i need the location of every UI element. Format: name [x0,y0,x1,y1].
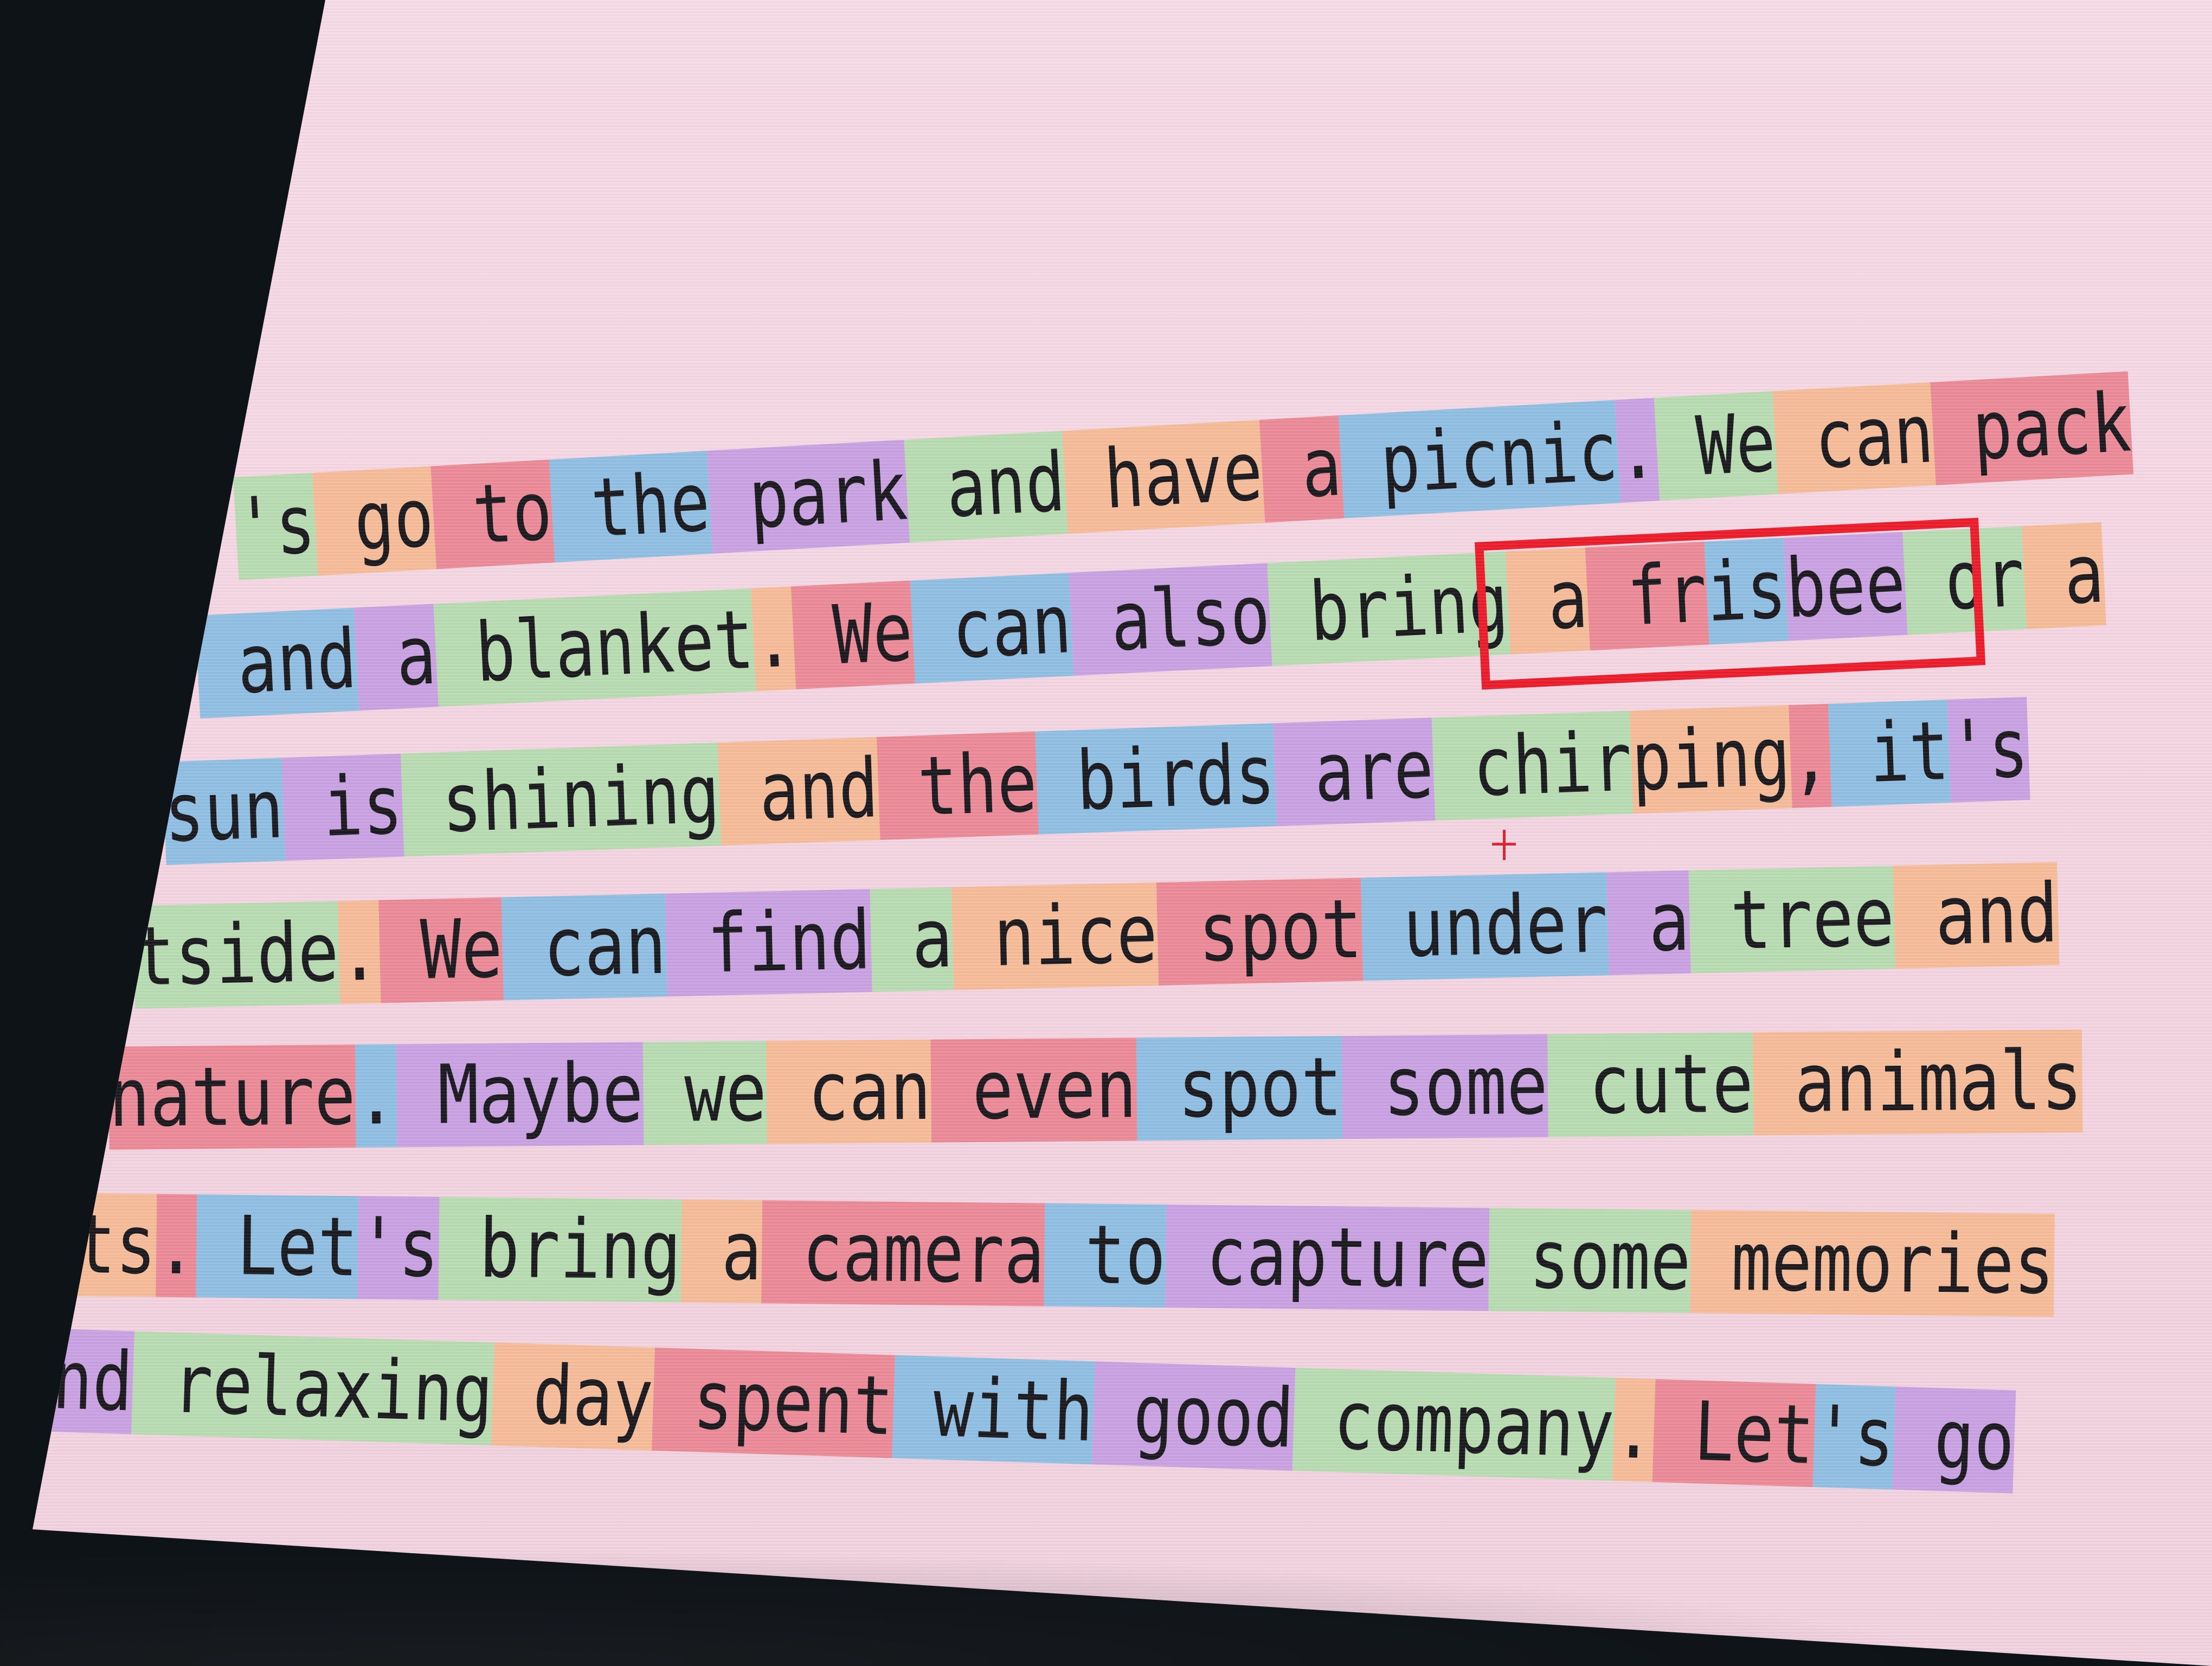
crosshair-cursor-icon [1492,830,1516,860]
token[interactable]: under [1361,872,1609,981]
token[interactable]: it [1828,700,1951,807]
token[interactable]: We [790,580,915,690]
text-line: tside. We can find a nice spot under a t… [133,862,2060,1009]
token[interactable]: nature [108,1045,356,1150]
token[interactable]: a [2022,522,2107,629]
token[interactable]: park [706,439,910,554]
token[interactable]: relaxing [131,1331,495,1446]
token[interactable]: camera [761,1200,1045,1306]
token[interactable]: . [355,1044,397,1148]
token[interactable]: animals [1753,1029,2083,1136]
token[interactable]: 's [1812,1384,1896,1490]
token[interactable]: 's [233,472,318,580]
token[interactable]: sun [163,758,286,865]
token[interactable]: go [1892,1386,2016,1494]
token[interactable]: We [378,897,504,1003]
token[interactable]: is [281,753,404,861]
token[interactable]: nice [951,882,1159,990]
token[interactable]: good [1092,1361,1296,1471]
text-line: sun is shining and the birds are chirpin… [163,696,2030,865]
token[interactable]: to [1044,1203,1167,1308]
token[interactable]: picnic [1338,400,1621,518]
token[interactable]: Let [196,1194,359,1299]
token[interactable]: even [930,1037,1137,1143]
token[interactable]: a [680,1199,763,1304]
token[interactable]: spot [1156,877,1364,986]
token[interactable]: nd [51,1329,134,1434]
text-line: nature. Maybe we can even spot some cute… [108,1029,2083,1150]
token[interactable]: . [751,586,796,691]
token[interactable]: go [312,466,436,576]
token[interactable]: Maybe [396,1042,644,1148]
token[interactable]: capture [1165,1204,1490,1311]
token[interactable]: Let [1652,1379,1816,1488]
token[interactable]: have [1062,420,1265,534]
token[interactable]: bring [1267,551,1511,667]
token[interactable]: birds [1035,723,1277,835]
photo-scene: 's go to the park and have a picnic. We … [0,0,2212,1666]
token[interactable]: pack [1930,371,2134,485]
token[interactable]: company [1292,1367,1616,1481]
token[interactable]: spot [1136,1036,1343,1141]
token[interactable]: are [1272,717,1436,826]
selection-box[interactable] [1475,517,1986,690]
token[interactable]: , [1788,703,1832,809]
token[interactable]: day [491,1342,655,1451]
token[interactable]: chir [1431,710,1634,821]
token[interactable]: tree [1688,866,1896,973]
token[interactable]: blanket [433,588,756,707]
token[interactable]: can [1772,382,1937,494]
text-line: ts. Let's bring a camera to capture some… [75,1193,2055,1317]
token[interactable]: a [1606,870,1691,976]
token[interactable]: . [337,900,381,1004]
token[interactable]: cute [1547,1032,1754,1137]
desk-shadow [0,1529,2212,1666]
token[interactable]: a [1259,415,1345,523]
token[interactable]: and [904,431,1068,543]
token[interactable]: the [876,731,1039,840]
token[interactable]: bring [438,1197,682,1303]
token[interactable]: the [549,451,713,563]
token[interactable]: memories [1690,1210,2055,1317]
token[interactable]: 's [1947,696,2030,803]
token[interactable]: a [353,604,439,711]
token[interactable]: 's [357,1196,440,1300]
token[interactable]: we [642,1041,767,1145]
token[interactable]: with [891,1355,1095,1465]
monitor-screen: 's go to the park and have a picnic. We … [33,0,2212,1666]
token[interactable]: ts [75,1193,157,1297]
token[interactable]: ping [1630,705,1792,814]
token[interactable]: . [155,1194,197,1298]
token[interactable]: can [501,893,667,1001]
token[interactable]: find [665,889,872,997]
token[interactable]: spent [651,1347,895,1458]
token[interactable]: some [1488,1208,1692,1313]
token[interactable]: We [1654,391,1778,501]
token[interactable]: . [1612,1377,1656,1482]
token[interactable]: can [910,573,1074,684]
token[interactable]: and [718,737,880,846]
text-line: nd relaxing day spent with good company.… [51,1329,2016,1494]
token[interactable]: a [870,887,954,992]
token[interactable]: some [1341,1034,1548,1139]
token[interactable]: shining [400,742,722,857]
token[interactable]: . [1615,398,1660,503]
token[interactable]: also [1069,563,1272,676]
token[interactable]: tside [133,901,340,1009]
token[interactable]: can [766,1039,932,1144]
token[interactable]: and [1893,862,2060,969]
tokenized-text-area[interactable]: 's go to the park and have a picnic. We … [33,0,2212,1666]
token[interactable]: to [430,459,555,569]
token[interactable]: and [195,607,359,719]
